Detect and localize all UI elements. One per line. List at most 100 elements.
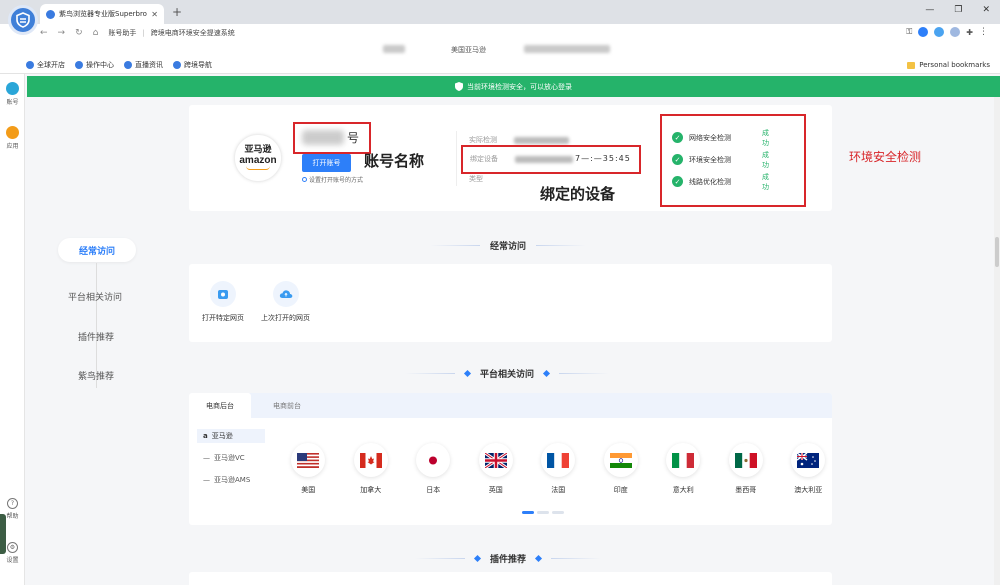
back-icon[interactable]: ← (40, 28, 48, 38)
omnibox[interactable]: 账号助手 | 跨境电商环境安全提速系统 (108, 28, 234, 38)
check-label: 环境安全检测 (689, 155, 731, 164)
country-label: 澳大利亚 (794, 486, 823, 494)
extension-lightblue-icon[interactable] (934, 27, 945, 37)
type-label: 类型 (469, 175, 483, 183)
bookmark-item[interactable]: 全球开店 (26, 60, 65, 70)
section-title-frequent: 经常访问 (430, 239, 587, 252)
menu-icon[interactable]: ⋮ (979, 27, 988, 37)
site-list: a 亚马逊 — 亚马逊VC — 亚马逊AMS (197, 429, 265, 495)
open-account-button[interactable]: 打开账号 (302, 154, 351, 172)
bookmark-label: 操作中心 (86, 60, 114, 69)
check-row: ✓ 环境安全检测 成功 (672, 151, 769, 169)
blurred-info (383, 45, 405, 53)
sidenav-plugins[interactable]: 插件推荐 (78, 330, 114, 343)
title-line (551, 558, 602, 559)
personal-bookmarks-label: Personal bookmarks (919, 61, 990, 69)
uk-flag-icon (478, 443, 513, 477)
maximize-button[interactable]: ❐ (954, 5, 962, 15)
bookmark-label: 跨境导航 (184, 60, 212, 69)
superbrowser-logo-icon[interactable] (8, 5, 38, 35)
country-item[interactable]: 法国 (527, 443, 590, 495)
bookmark-item[interactable]: 操作中心 (75, 60, 114, 70)
scrollbar-thumb[interactable] (995, 237, 999, 267)
country-item[interactable]: 澳大利亚 (777, 443, 840, 495)
open-method-hint[interactable]: 设置打开账号的方式 (302, 175, 363, 184)
extension-globe-icon[interactable] (950, 27, 961, 37)
country-flags: 美国 加拿大 日本 英国 法国 印度 意大利 墨西哥 澳大利亚 (277, 443, 840, 495)
bookmark-item[interactable]: 跨境导航 (173, 60, 212, 70)
forward-icon[interactable]: → (58, 28, 66, 38)
bound-device-annotation: 绑定的设备 (540, 185, 616, 203)
shortcut-open-page[interactable]: 打开特定网页 (202, 281, 244, 323)
sidenav-ziniao[interactable]: 紫鸟推荐 (78, 369, 114, 382)
site-item[interactable]: — 亚马逊VC (197, 451, 265, 465)
country-item[interactable]: 日本 (402, 443, 465, 495)
diamond-icon (463, 369, 472, 378)
country-item[interactable]: 印度 (590, 443, 653, 495)
sidenav-platform[interactable]: 平台相关访问 (68, 290, 122, 303)
puzzle-icon[interactable]: ✚ (966, 28, 973, 37)
rail-account[interactable]: 账号 (0, 82, 25, 106)
country-item[interactable]: 墨西哥 (715, 443, 778, 495)
tab-strip: 紫鸟浏览器专业版Superbrowser ✕ + — ❐ ✕ (0, 0, 1000, 24)
account-assistant-label[interactable]: 账号助手 (108, 28, 136, 38)
tab-frontend[interactable]: 电商前台 (251, 393, 323, 418)
check-row: ✓ 网络安全检测 成功 (672, 129, 769, 147)
rail-drag-handle[interactable] (0, 514, 6, 554)
reload-icon[interactable]: ↻ (75, 28, 83, 38)
pager-dot-active[interactable] (522, 511, 534, 514)
blurred-real-check (514, 137, 569, 144)
key-icon[interactable]: ⚿ (906, 27, 912, 37)
browser-tab[interactable]: 紫鸟浏览器专业版Superbrowser ✕ (40, 4, 164, 24)
globe-icon (26, 60, 34, 69)
blurred-device (515, 156, 573, 163)
sidenav-frequent[interactable]: 经常访问 (58, 238, 136, 262)
blurred-account-name (302, 130, 344, 145)
bookmark-label: 直播资讯 (135, 60, 163, 69)
check-status: 成功 (762, 172, 769, 191)
australia-flag-icon (791, 443, 826, 477)
site-item[interactable]: a 亚马逊 (197, 429, 265, 443)
security-banner: 当前环境检测安全，可以放心登录 (27, 76, 1000, 97)
tab-backend[interactable]: 电商后台 (189, 393, 251, 418)
bound-device-label: 绑定设备 (470, 155, 498, 163)
country-item[interactable]: 加拿大 (340, 443, 403, 495)
italy-flag-icon (666, 443, 701, 477)
pager-dot[interactable] (552, 511, 564, 514)
globe-icon (124, 60, 132, 69)
globe-icon (173, 60, 181, 69)
country-item[interactable]: 英国 (465, 443, 528, 495)
check-status: 成功 (762, 150, 769, 169)
shortcut-last-opened[interactable]: 上次打开的网页 (261, 281, 310, 323)
site-label: 亚马逊AMS (214, 476, 251, 484)
minimize-button[interactable]: — (925, 5, 934, 15)
account-name-suffix: 号 (347, 131, 360, 145)
scrollbar[interactable] (994, 97, 1000, 585)
tab-close-icon[interactable]: ✕ (151, 10, 158, 19)
bookmark-item[interactable]: 直播资讯 (124, 60, 163, 70)
check-circle-icon: ✓ (672, 176, 683, 187)
bookmark-label: 全球开店 (37, 60, 65, 69)
new-tab-button[interactable]: + (172, 5, 182, 19)
amazon-smile-icon (246, 166, 270, 170)
home-icon[interactable]: ⌂ (93, 28, 99, 38)
open-hint-text: 设置打开账号的方式 (309, 177, 364, 184)
device-suffix: 7—:—35:45 (575, 154, 631, 163)
shield-icon (455, 82, 463, 91)
rail-apps[interactable]: 应用 (0, 126, 25, 150)
section-title-plugins: 插件推荐 (415, 552, 602, 565)
country-item[interactable]: 意大利 (652, 443, 715, 495)
check-label: 网络安全检测 (689, 133, 731, 142)
pager-dot[interactable] (537, 511, 549, 514)
site-item[interactable]: — 亚马逊AMS (197, 473, 265, 487)
check-row: ✓ 线路优化检测 成功 (672, 173, 769, 191)
real-check-label: 实际检测 (469, 136, 497, 144)
extension-blue-icon[interactable] (918, 27, 929, 37)
canada-flag-icon (353, 443, 388, 477)
account-card: 亚马逊 amazon 号 打开账号 设置打开账号的方式 账号名称 实际检测 绑定… (189, 105, 832, 211)
country-label: 英国 (488, 486, 503, 494)
dash-icon: — (203, 454, 210, 462)
country-item[interactable]: 美国 (277, 443, 340, 495)
close-window-button[interactable]: ✕ (982, 5, 990, 15)
personal-bookmarks[interactable]: Personal bookmarks (907, 61, 990, 69)
